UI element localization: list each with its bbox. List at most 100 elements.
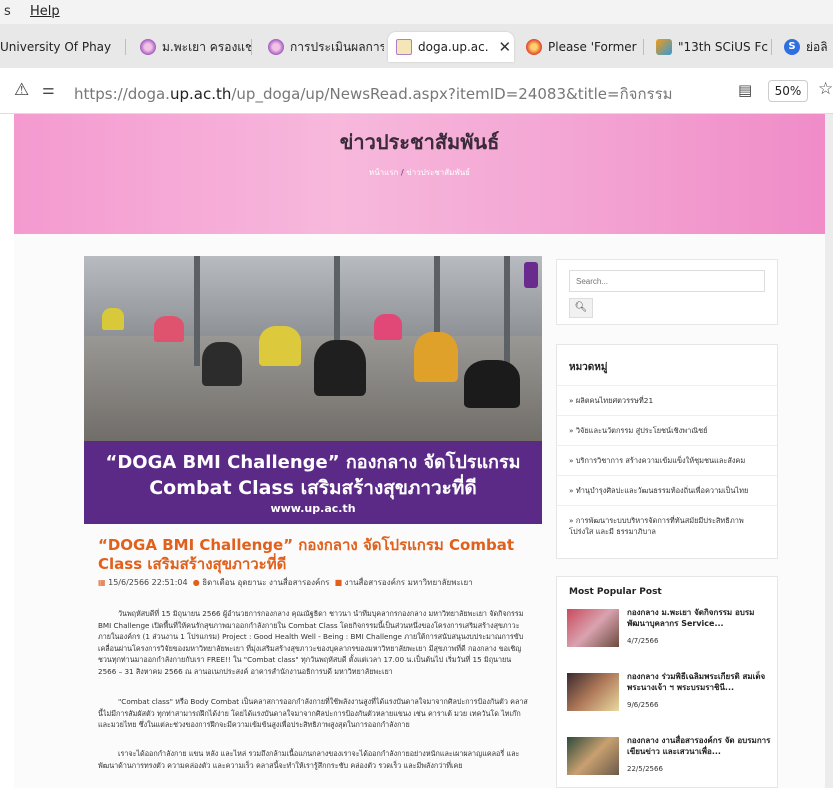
tab-bar: University Of Phay ม.พะเยา ครองแช การประ… xyxy=(0,24,833,68)
exerciser-figure xyxy=(414,332,458,382)
post-thumbnail[interactable] xyxy=(567,737,619,775)
post-title[interactable]: กองกลาง ม.พะเยา จัดกิจกรรม อบรมพัฒนาบุคล… xyxy=(627,607,772,629)
page-viewport: ข่าวประชาสัมพันธ์ หน้าแรก / ข่าวประชาสัม… xyxy=(0,114,833,788)
gym-roof xyxy=(84,256,542,336)
page-info-icon[interactable]: ⚠ xyxy=(14,80,29,100)
category-link[interactable]: » ทำนุบำรุงศิลปะและวัฒนธรรมท้องถิ่นเพื่อ… xyxy=(557,475,777,505)
breadcrumb-home[interactable]: หน้าแรก xyxy=(369,168,399,177)
post-title[interactable]: กองกลาง งานสื่อสารองค์กร จัด อบรมการเขีย… xyxy=(627,735,772,757)
popular-post[interactable]: กองกลาง ร่วมพิธีเฉลิมพระเกียรติ สมเด็จพร… xyxy=(567,671,772,735)
article-paragraph: "Combat class" หรือ Body Combat เป็นคลาส… xyxy=(98,697,528,729)
exerciser-figure xyxy=(154,316,184,342)
tab-up-news[interactable]: ม.พะเยา ครองแช xyxy=(140,32,252,62)
popular-list: กองกลาง ม.พะเยา จัดกิจกรรม อบรมพัฒนาบุคล… xyxy=(567,607,772,788)
tab-doga-active[interactable]: doga.up.ac. ✕ xyxy=(388,32,514,62)
calendar-icon: ▦ xyxy=(98,578,106,587)
post-date: 22/5/2566 xyxy=(627,765,663,773)
url-path: /up_doga/up/NewsRead.aspx?itemID=24083&t… xyxy=(231,85,673,103)
tab-label: การประเมินผลการ xyxy=(290,39,384,54)
category-link[interactable]: » ผลิตคนไทยศตวรรษที่21 xyxy=(557,385,777,415)
tab-label: ย่อลิ xyxy=(806,39,828,54)
news-site-icon xyxy=(526,39,542,55)
search-icon: 🔍︎ xyxy=(574,302,588,313)
address-bar: ⚠ ⚌ https://doga.up.ac.th/up_doga/up/New… xyxy=(0,68,833,114)
exerciser-figure xyxy=(464,360,520,408)
exerciser-figure xyxy=(374,314,402,340)
close-tab-icon[interactable]: ✕ xyxy=(499,38,512,56)
folder-icon: ■ xyxy=(334,578,343,587)
post-title[interactable]: กองกลาง ร่วมพิธีเฉลิมพระเกียรติ สมเด็จพร… xyxy=(627,671,772,693)
search-button[interactable]: 🔍︎ xyxy=(569,298,593,318)
bookmark-star-icon[interactable]: ☆ xyxy=(818,79,833,99)
reader-view-icon[interactable]: ▤ xyxy=(738,81,752,99)
tab-separator xyxy=(251,39,252,55)
tab-separator xyxy=(771,39,772,55)
menubar-fragment: s xyxy=(4,4,11,19)
banner-url: www.up.ac.th xyxy=(270,502,356,515)
categories-widget: หมวดหมู่ » ผลิตคนไทยศตวรรษที่21 » วิจัยแ… xyxy=(556,344,778,559)
s-logo-icon: S xyxy=(784,39,800,55)
user-icon: ● xyxy=(192,578,200,587)
popular-post[interactable]: กองกลาง งานสื่อสารองค์กร จัด อบรมการเขีย… xyxy=(567,735,772,788)
zoom-indicator[interactable]: 50% xyxy=(768,80,808,102)
post-thumbnail[interactable] xyxy=(567,673,619,711)
categories-list: » ผลิตคนไทยศตวรรษที่21 » วิจัยและนวัตกรร… xyxy=(557,385,777,546)
url-domain: up.ac.th xyxy=(169,85,232,103)
doga-site-icon xyxy=(396,39,412,55)
tab-please-former[interactable]: Please 'Former xyxy=(526,32,644,62)
url-field[interactable]: https://doga.up.ac.th/up_doga/up/NewsRea… xyxy=(74,82,673,106)
popular-post[interactable]: กองกลาง ม.พะเยา จัดกิจกรรม อบรมพัฒนาบุคล… xyxy=(567,607,772,671)
category-link[interactable]: » การพัฒนาระบบบริหารจัดการที่ทันสมัยมีปร… xyxy=(557,505,777,546)
post-thumbnail[interactable] xyxy=(567,609,619,647)
featured-banner: “DOGA BMI Challenge” กองกลาง จัดโปรแกรม … xyxy=(84,441,542,524)
search-input[interactable] xyxy=(569,270,765,292)
article-paragraph: วันพฤหัสบดีที่ 15 มิถุนายน 2566 ผู้อำนวย… xyxy=(98,609,524,676)
url-prefix: https://doga. xyxy=(74,85,170,103)
menubar: s Help xyxy=(0,0,833,24)
banner-line-1: “DOGA BMI Challenge” กองกลาง จัดโปรแกรม xyxy=(105,452,521,473)
page-scrollbar[interactable] xyxy=(825,114,833,788)
exerciser-figure xyxy=(259,326,301,366)
breadcrumb: หน้าแรก / ข่าวประชาสัมพันธ์ xyxy=(368,168,471,177)
page-title: ข่าวประชาสัมพันธ์ xyxy=(339,130,500,154)
featured-image: “DOGA BMI Challenge” กองกลาง จัดโปรแกรม … xyxy=(84,256,542,524)
tab-label: doga.up.ac. xyxy=(418,40,489,54)
help-menu[interactable]: Help xyxy=(30,4,60,19)
tab-label: Please 'Former xyxy=(548,40,637,54)
tab-label: "13th SCiUS Fc xyxy=(678,40,768,54)
exerciser-figure xyxy=(314,340,366,396)
article-author[interactable]: ธิดาเดือน อุดยานะ งานสื่อสารองค์กร xyxy=(202,578,329,587)
article-meta: ▦ 15/6/2566 22:51:04 ● ธิดาเดือน อุดยานะ… xyxy=(98,576,473,589)
article-title: “DOGA BMI Challenge” กองกลาง จัดโปรแกรม … xyxy=(98,536,515,573)
up-logo-icon xyxy=(140,39,156,55)
tab-shortener[interactable]: S ย่อลิ xyxy=(784,32,833,62)
pillar xyxy=(504,256,510,366)
tab-label: ม.พะเยา ครองแช xyxy=(162,39,252,54)
help-menu-label: Help xyxy=(30,4,60,19)
scius-icon xyxy=(656,39,672,55)
article-paragraph: เราจะได้ออกกำลังกาย แขน หลัง และไหล่ รวม… xyxy=(98,749,520,770)
banner-line-2: Combat Class เสริมสร้างสุขภาวะที่ดี xyxy=(149,477,477,499)
popular-posts-widget: Most Popular Post กองกลาง ม.พะเยา จัดกิจ… xyxy=(556,576,778,788)
post-date: 4/7/2566 xyxy=(627,637,659,645)
breadcrumb-current: ข่าวประชาสัมพันธ์ xyxy=(406,168,471,177)
category-link[interactable]: » บริการวิชาการ สร้างความเข้มแข็งให้ชุมช… xyxy=(557,445,777,475)
categories-heading: หมวดหมู่ xyxy=(569,362,608,373)
exerciser-figure xyxy=(202,342,242,386)
tab-separator xyxy=(125,39,126,55)
permissions-icon[interactable]: ⚌ xyxy=(42,82,55,98)
tab-separator xyxy=(643,39,644,55)
tab-scius[interactable]: "13th SCiUS Fc xyxy=(656,32,772,62)
popular-heading: Most Popular Post xyxy=(569,587,662,597)
tab-evaluation[interactable]: การประเมินผลการ xyxy=(268,32,384,62)
page-hero: ข่าวประชาสัมพันธ์ หน้าแรก / ข่าวประชาสัม… xyxy=(14,114,825,234)
tab-label: University Of Phay xyxy=(0,40,112,54)
post-date: 9/6/2566 xyxy=(627,701,659,709)
article-section[interactable]: งานสื่อสารองค์กร มหาวิทยาลัยพะเยา xyxy=(345,578,473,587)
category-link[interactable]: » วิจัยและนวัตกรรม สู่ประโยชน์เชิงพาณิชย… xyxy=(557,415,777,445)
search-widget: 🔍︎ xyxy=(556,259,778,325)
up-logo-icon xyxy=(268,39,284,55)
tab-university-of-phayao[interactable]: University Of Phay xyxy=(0,32,126,62)
exerciser-figure xyxy=(102,308,124,330)
up-logo-badge xyxy=(524,262,538,288)
